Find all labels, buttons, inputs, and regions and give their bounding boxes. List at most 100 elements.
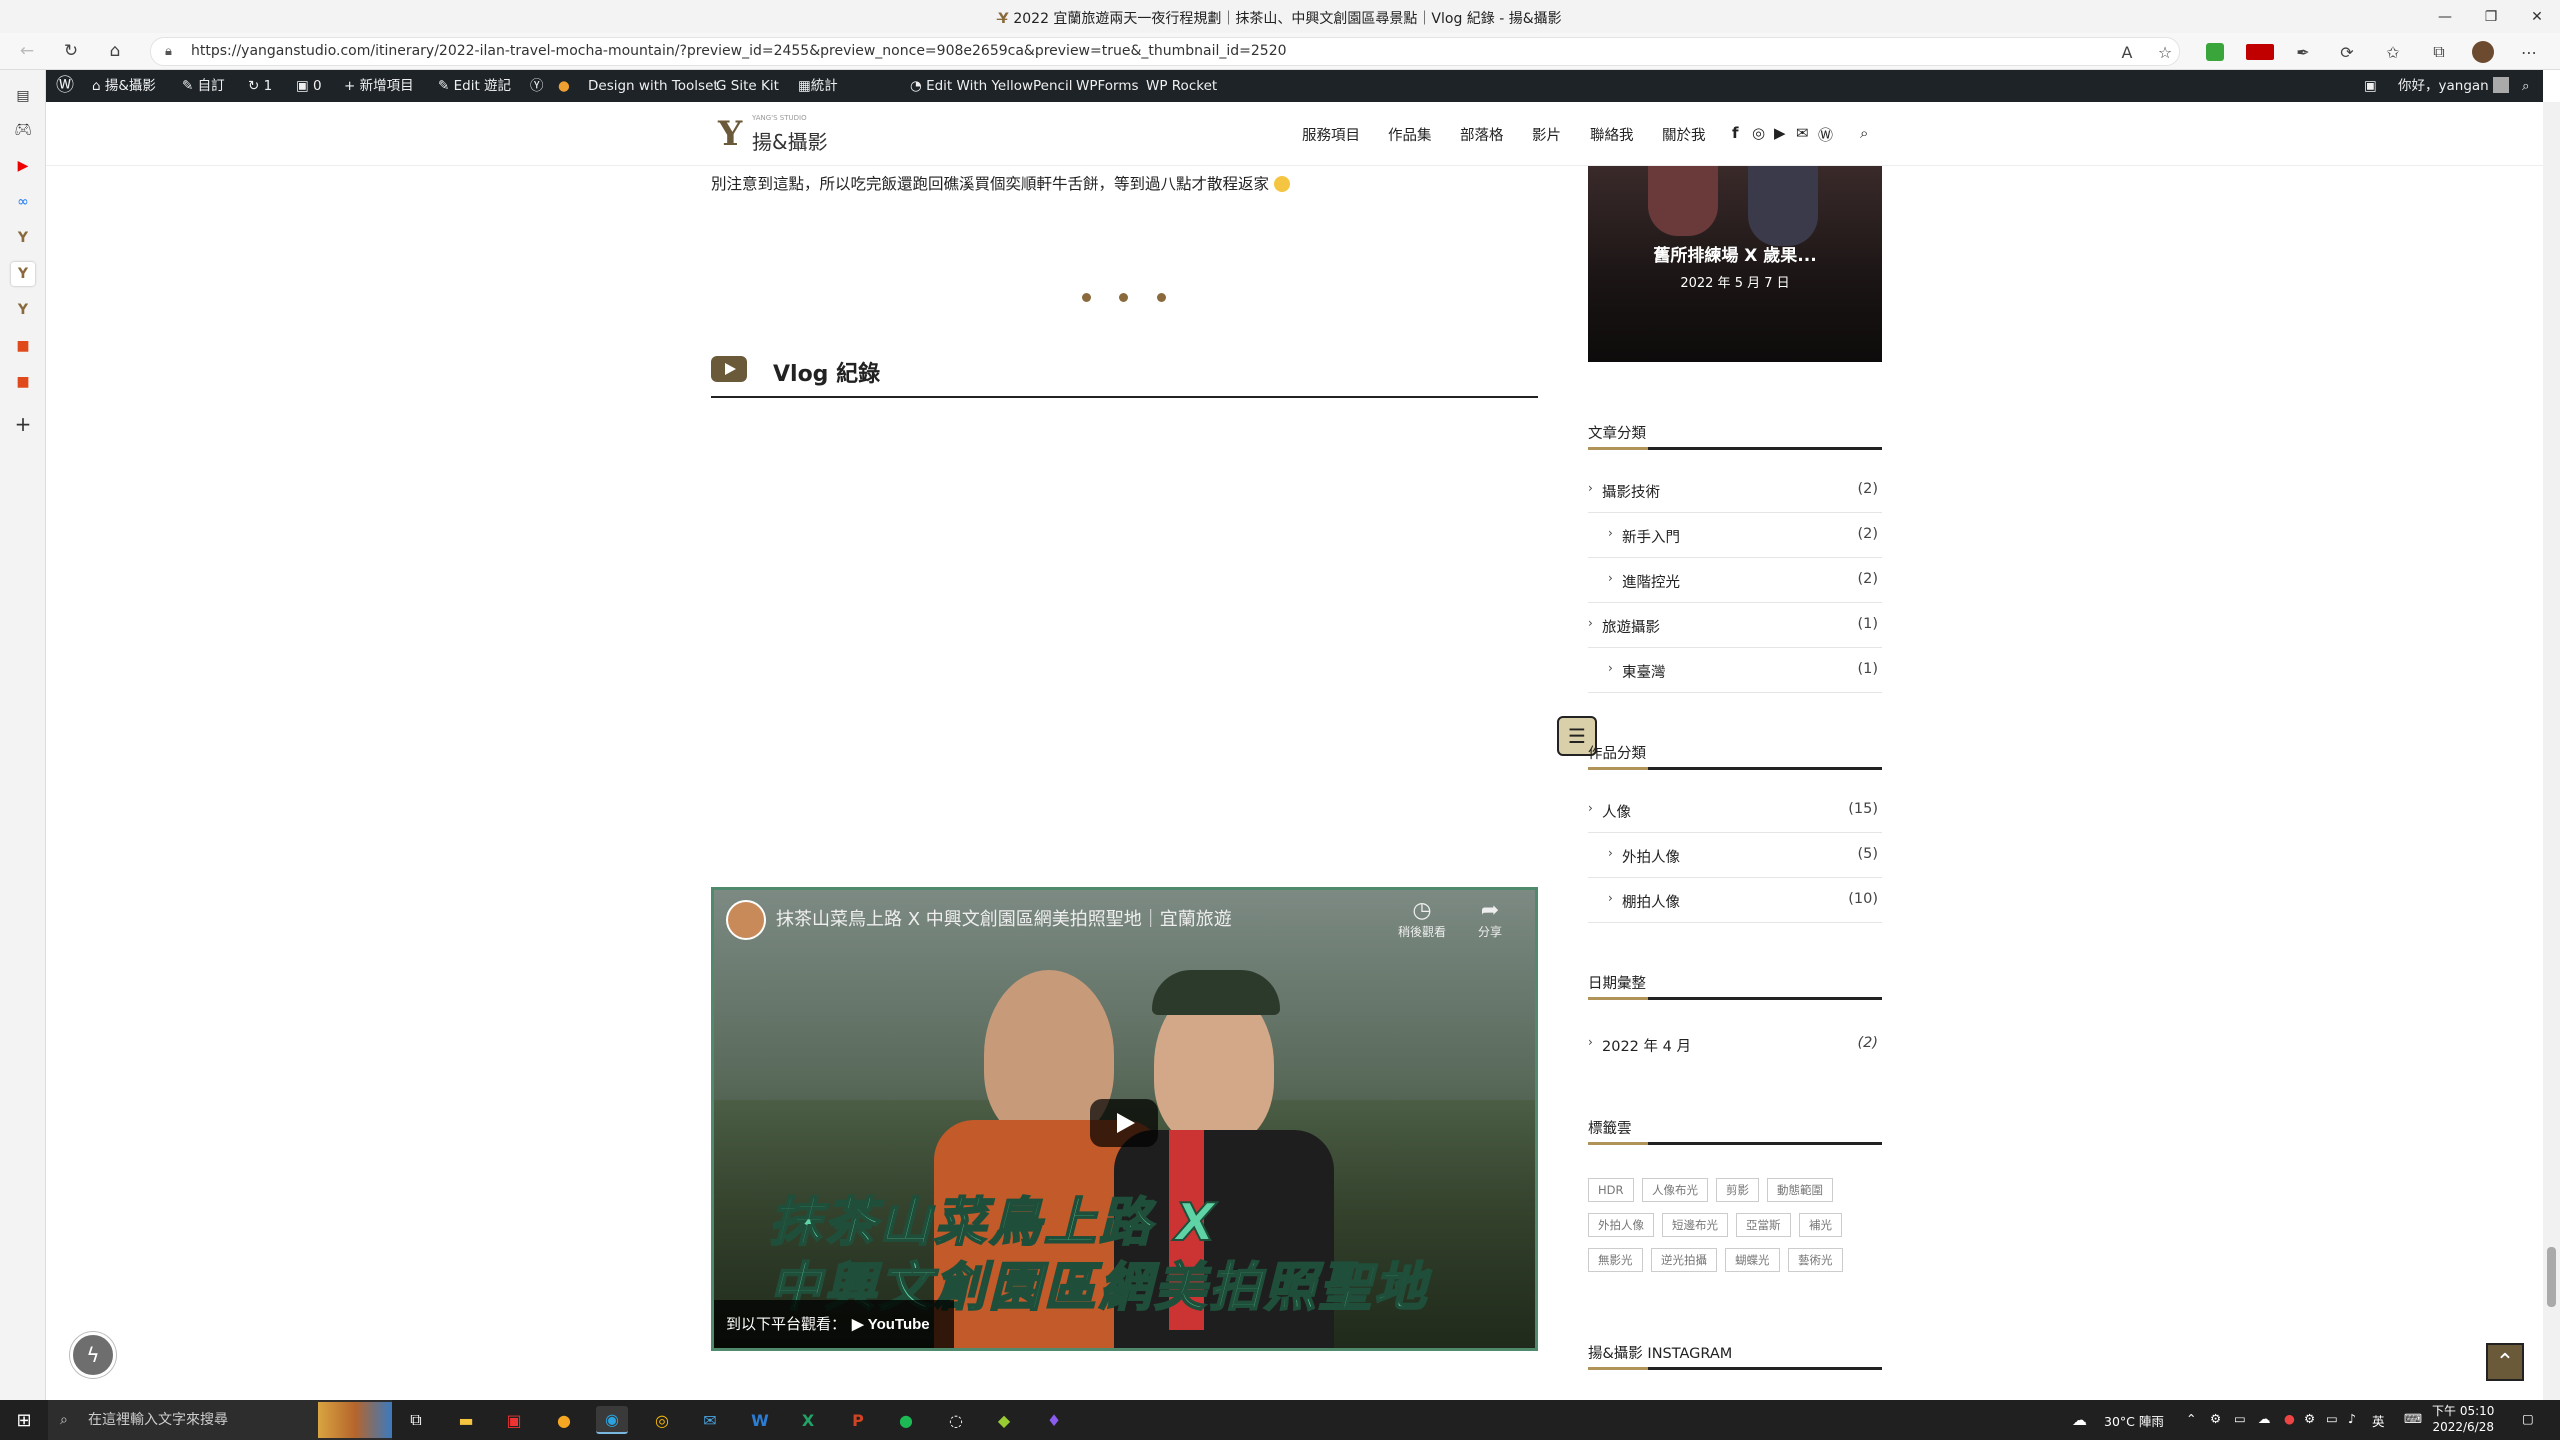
watch-later-button[interactable]: ◷ 稍後觀看 [1392,898,1452,940]
tag-link[interactable]: 短邊布光 [1662,1213,1728,1237]
article-category-item[interactable]: › 進階控光 (2) [1588,558,1882,603]
app-cloud-icon[interactable]: ● [548,1406,580,1434]
menu-item-services[interactable]: 服務項目 [1302,124,1360,145]
facebook-icon[interactable]: f [1732,124,1739,142]
weather-icon[interactable]: ☁ [2072,1411,2087,1429]
messenger-chat-button[interactable]: ϟ [70,1332,116,1378]
windows-start-icon[interactable]: ⊞ [8,1406,40,1434]
wp-bar-customize[interactable]: ✎ 自訂 [182,70,225,102]
tray-app2-icon[interactable]: ⚙ [2304,1411,2315,1426]
channel-avatar[interactable] [726,900,766,940]
battery-icon[interactable]: ▭ [2234,1411,2246,1426]
scrollbar-thumb[interactable] [2547,1247,2556,1307]
work-category-item[interactable]: › 外拍人像 (5) [1588,833,1882,878]
office-icon[interactable]: ■ [11,334,35,358]
tag-link[interactable]: 補光 [1799,1213,1842,1237]
work-category-item[interactable]: › 人像 (15) [1588,788,1882,833]
article-category-item[interactable]: › 攝影技術 (2) [1588,468,1882,513]
menu-item-video[interactable]: 影片 [1532,124,1561,145]
home-button[interactable]: ⌂ [100,38,130,64]
taskbar-clock[interactable]: 下午 05:10 2022/6/28 [2432,1403,2494,1435]
task-view-icon[interactable]: ⧉ [400,1406,432,1434]
instagram-icon[interactable]: ◎ [1752,124,1765,142]
wp-bar-yellowpencil[interactable]: ◔ Edit With YellowPencil [910,70,1072,102]
file-explorer-icon[interactable]: ▬ [450,1406,482,1434]
tag-link[interactable]: 蝴蝶光 [1725,1248,1780,1272]
mail-icon[interactable]: ✉ [694,1406,726,1434]
youtube-social-icon[interactable]: ▶ [1774,124,1786,142]
restore-button[interactable]: ❐ [2468,0,2514,33]
read-aloud-icon[interactable]: A [2114,39,2140,65]
menu-item-portfolio[interactable]: 作品集 [1388,124,1432,145]
wordpress-logo-icon[interactable]: Ⓦ [56,70,74,102]
extension-red-icon[interactable] [2244,39,2276,65]
notification-center-icon[interactable]: ▢ [2522,1411,2534,1426]
search-icon[interactable]: ⌕ [2522,70,2530,102]
watch-on-youtube-bar[interactable]: 到以下平台觀看： ▶ YouTube [714,1300,954,1348]
ime-indicator[interactable]: 英 [2372,1411,2385,1430]
app-circle-icon[interactable]: ◌ [940,1406,972,1434]
tag-link[interactable]: 無影光 [1588,1248,1643,1272]
share-button[interactable]: ➦ 分享 [1460,898,1520,940]
menu-item-about[interactable]: 關於我 [1662,124,1706,145]
volume-icon[interactable]: ♪ [2348,1411,2356,1426]
app-purple-icon[interactable]: ♦ [1038,1406,1070,1434]
favorites-icon[interactable]: ✩ [2380,39,2406,65]
tag-link[interactable]: 動態範圍 [1767,1178,1833,1202]
wp-bar-comments[interactable]: ▣ 0 [296,70,322,102]
wp-bar-wpforms[interactable]: WPForms [1076,70,1139,102]
site-logo[interactable]: Y YANG'S STUDIO 揚&攝影 [718,114,878,154]
tag-link[interactable]: 逆光拍攝 [1651,1248,1717,1272]
wp-bar-site[interactable]: ⌂ 揚&攝影 [92,70,156,102]
collections-icon[interactable]: ⧉ [2426,39,2452,65]
word-icon[interactable]: W [744,1406,776,1434]
site-logo-icon[interactable]: Y [11,226,35,250]
wp-bar-stats[interactable]: ▦統計 [798,70,838,102]
tray-chevron-icon[interactable]: ⌃ [2186,1411,2196,1426]
tag-link[interactable]: 亞當斯 [1736,1213,1791,1237]
favorite-star-icon[interactable]: ☆ [2152,39,2178,65]
back-button[interactable]: ← [12,38,42,64]
tabs-icon[interactable]: ▤ [11,84,35,108]
youtube-icon[interactable]: ▶ [11,154,35,178]
wp-bar-edit[interactable]: ✎ Edit 遊記 [438,70,511,102]
games-icon[interactable]: 🎮︎ [11,118,35,142]
extension-green-icon[interactable] [2202,39,2228,65]
app-green-icon[interactable]: ◆ [988,1406,1020,1434]
wp-bar-account[interactable]: 你好，yangan [2398,70,2510,102]
powerpoint-icon[interactable]: P [842,1406,874,1434]
wp-bar-toolset[interactable]: Design with Toolset [588,70,719,102]
add-sidebar-icon[interactable]: + [11,412,35,436]
minimize-button[interactable]: — [2422,0,2468,33]
tag-link[interactable]: 人像布光 [1642,1178,1708,1202]
video-title[interactable]: 抹茶山菜鳥上路 X 中興文創園區網美拍照聖地｜宜蘭旅遊 [776,905,1232,931]
spotify-icon[interactable]: ● [890,1406,922,1434]
wp-bar-updates[interactable]: ↻ 1 [248,70,272,102]
meta-icon[interactable]: ∞ [11,190,35,214]
tag-link[interactable]: 外拍人像 [1588,1213,1654,1237]
menu-item-blog[interactable]: 部落格 [1460,124,1504,145]
menu-item-contact[interactable]: 聯絡我 [1590,124,1634,145]
work-category-item[interactable]: › 棚拍人像 (10) [1588,878,1882,923]
yoast-icon[interactable]: Ⓨ [530,70,544,102]
article-category-item[interactable]: › 新手入門 (2) [1588,513,1882,558]
youtube-embed[interactable]: 抹茶山菜鳥上路 X 中興文創園區網美拍照聖地｜宜蘭旅遊 ◷ 稍後觀看 ➦ 分享 抹茶… [711,887,1538,1351]
email-icon[interactable]: ✉ [1796,124,1809,142]
extension-pen-icon[interactable]: ✒ [2290,39,2316,65]
back-to-top-button[interactable]: ⌃ [2486,1343,2524,1381]
site-logo-icon-2[interactable]: Y [11,298,35,322]
refresh-button[interactable]: ↻ [56,38,86,64]
wp-bar-sitekit[interactable]: G Site Kit [716,70,779,102]
article-category-item[interactable]: › 旅遊攝影 (1) [1588,603,1882,648]
office-icon-2[interactable]: ■ [11,370,35,394]
wp-bar-new[interactable]: + 新增項目 [344,70,414,102]
article-category-item[interactable]: › 東臺灣 (1) [1588,648,1882,693]
site-logo-icon-active[interactable]: Y [11,262,35,286]
tray-red-icon[interactable]: ● [2284,1411,2295,1426]
tag-link[interactable]: 剪影 [1716,1178,1759,1202]
play-button[interactable] [1090,1099,1158,1147]
display-icon[interactable]: ▭ [2326,1411,2338,1426]
featured-post-card[interactable]: 舊所排練場 X 歲果... 2022 年 5 月 7 日 [1588,166,1882,362]
chrome-icon[interactable]: ◎ [646,1406,678,1434]
close-button[interactable]: ✕ [2514,0,2560,33]
